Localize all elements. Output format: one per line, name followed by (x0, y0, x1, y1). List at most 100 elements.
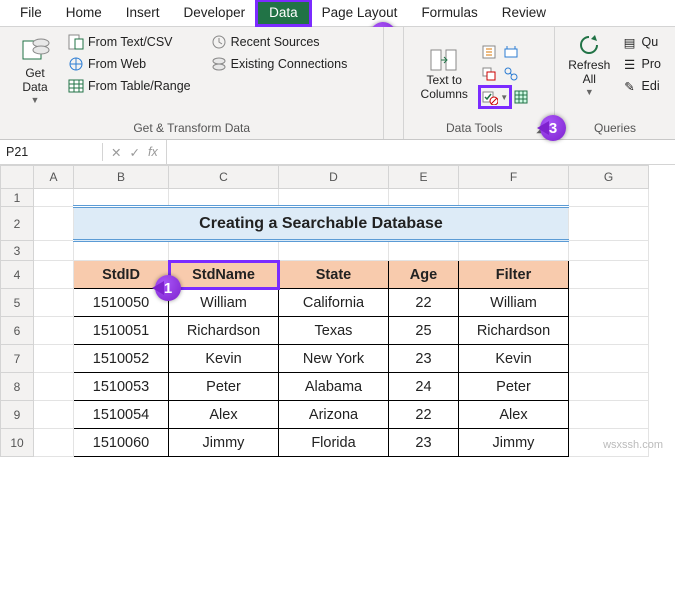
callout-3: 3 (540, 115, 566, 141)
header-filter[interactable]: Filter (459, 261, 569, 289)
data-cell[interactable]: Richardson (459, 317, 569, 345)
from-web-button[interactable]: From Web (62, 53, 197, 75)
connections-icon (211, 56, 227, 72)
consolidate-button[interactable] (502, 43, 520, 61)
data-cell[interactable]: Florida (279, 429, 389, 457)
data-cell[interactable]: California (279, 289, 389, 317)
fx-icon[interactable]: fx (148, 145, 158, 159)
data-cell[interactable]: 1510053 (74, 373, 169, 401)
from-table-range-button[interactable]: From Table/Range (62, 75, 197, 97)
row-header-1[interactable]: 1 (1, 189, 34, 207)
recent-label: Recent Sources (231, 35, 320, 49)
header-age[interactable]: Age (389, 261, 459, 289)
tab-developer[interactable]: Developer (172, 1, 258, 25)
row-header-3[interactable]: 3 (1, 241, 34, 261)
data-cell[interactable]: William (459, 289, 569, 317)
get-data-button[interactable]: Get Data ▼ (8, 31, 62, 107)
data-cell[interactable]: Alex (459, 401, 569, 429)
existing-connections-button[interactable]: Existing Connections (205, 53, 354, 75)
flash-fill-button[interactable] (480, 43, 498, 61)
text-to-columns-button[interactable]: Text to Columns (412, 46, 476, 104)
header-state[interactable]: State (279, 261, 389, 289)
data-cell[interactable]: 1510051 (74, 317, 169, 345)
queries-connections-button[interactable]: ▤Qu (616, 31, 667, 53)
col-header-F[interactable]: F (459, 166, 569, 189)
grid-table: ABCDEFG 12 Creating a Searchable Database… (0, 165, 649, 457)
data-cell[interactable]: Texas (279, 317, 389, 345)
cell[interactable] (34, 189, 74, 207)
row-header-10[interactable]: 10 (1, 429, 34, 457)
data-cell[interactable]: 22 (389, 401, 459, 429)
cell[interactable] (569, 189, 649, 207)
tab-pagelayout[interactable]: Page Layout (310, 1, 410, 25)
cell[interactable] (459, 189, 569, 207)
col-header-B[interactable]: B (74, 166, 169, 189)
row-header-9[interactable]: 9 (1, 401, 34, 429)
data-cell[interactable]: 1510052 (74, 345, 169, 373)
group-get-transform: Get Data ▼ From Text/CSV From Web From T… (0, 27, 384, 139)
data-cell[interactable]: 23 (389, 345, 459, 373)
data-cell[interactable]: William (169, 289, 279, 317)
data-cell[interactable]: Arizona (279, 401, 389, 429)
tab-home[interactable]: Home (54, 1, 114, 25)
data-cell[interactable]: New York (279, 345, 389, 373)
cell[interactable] (169, 189, 279, 207)
tab-data[interactable]: Data (257, 1, 310, 25)
header-stdname[interactable]: StdName (169, 261, 279, 289)
group1-label: Get & Transform Data (8, 119, 375, 139)
manage-data-model-button[interactable] (512, 88, 530, 106)
from-text-csv-button[interactable]: From Text/CSV (62, 31, 197, 53)
data-cell[interactable]: 22 (389, 289, 459, 317)
enter-icon[interactable]: ✓ (129, 145, 139, 160)
row-header-8[interactable]: 8 (1, 373, 34, 401)
properties-icon: ☰ (622, 56, 638, 72)
data-cell[interactable]: 1510054 (74, 401, 169, 429)
data-cell[interactable]: 1510060 (74, 429, 169, 457)
remove-duplicates-button[interactable] (480, 65, 498, 83)
formula-input[interactable] (166, 140, 675, 164)
cell[interactable] (279, 189, 389, 207)
row-header-2[interactable]: 2 (1, 207, 34, 241)
row-header-6[interactable]: 6 (1, 317, 34, 345)
data-cell[interactable]: Peter (459, 373, 569, 401)
relationships-button[interactable] (502, 65, 520, 83)
data-cell[interactable]: 24 (389, 373, 459, 401)
tab-review[interactable]: Review (490, 1, 558, 25)
recent-sources-button[interactable]: Recent Sources (205, 31, 354, 53)
row-header-5[interactable]: 5 (1, 289, 34, 317)
cell[interactable] (389, 189, 459, 207)
col-header-C[interactable]: C (169, 166, 279, 189)
col-header-D[interactable]: D (279, 166, 389, 189)
text-to-columns-icon (430, 48, 458, 72)
data-cell[interactable]: Jimmy (169, 429, 279, 457)
cell[interactable] (74, 189, 169, 207)
tab-insert[interactable]: Insert (114, 1, 172, 25)
edit-links-button[interactable]: ✎Edi (616, 75, 667, 97)
web-icon (68, 56, 84, 72)
select-all-corner[interactable] (1, 166, 34, 189)
cancel-icon[interactable]: ✕ (111, 145, 121, 160)
col-header-G[interactable]: G (569, 166, 649, 189)
ribbon: Get Data ▼ From Text/CSV From Web From T… (0, 27, 675, 140)
data-cell[interactable]: Alex (169, 401, 279, 429)
data-cell[interactable]: Alabama (279, 373, 389, 401)
data-cell[interactable]: Jimmy (459, 429, 569, 457)
name-box[interactable]: P21 (0, 143, 103, 161)
data-cell[interactable]: Richardson (169, 317, 279, 345)
properties-button[interactable]: ☰Pro (616, 53, 667, 75)
row-header-4[interactable]: 4 (1, 261, 34, 289)
refresh-all-button[interactable]: Refresh All ▼ (563, 31, 616, 99)
tab-file[interactable]: File (8, 1, 54, 25)
row-header-7[interactable]: 7 (1, 345, 34, 373)
from-web-label: From Web (88, 57, 146, 71)
data-cell[interactable]: Kevin (169, 345, 279, 373)
data-cell[interactable]: 25 (389, 317, 459, 345)
col-header-E[interactable]: E (389, 166, 459, 189)
data-cell[interactable]: Peter (169, 373, 279, 401)
tab-formulas[interactable]: Formulas (409, 1, 489, 25)
data-cell[interactable]: 23 (389, 429, 459, 457)
col-header-A[interactable]: A (34, 166, 74, 189)
data-validation-button[interactable]: ▼ (480, 87, 510, 107)
data-cell[interactable]: Kevin (459, 345, 569, 373)
title-cell[interactable]: Creating a Searchable Database (74, 207, 569, 241)
